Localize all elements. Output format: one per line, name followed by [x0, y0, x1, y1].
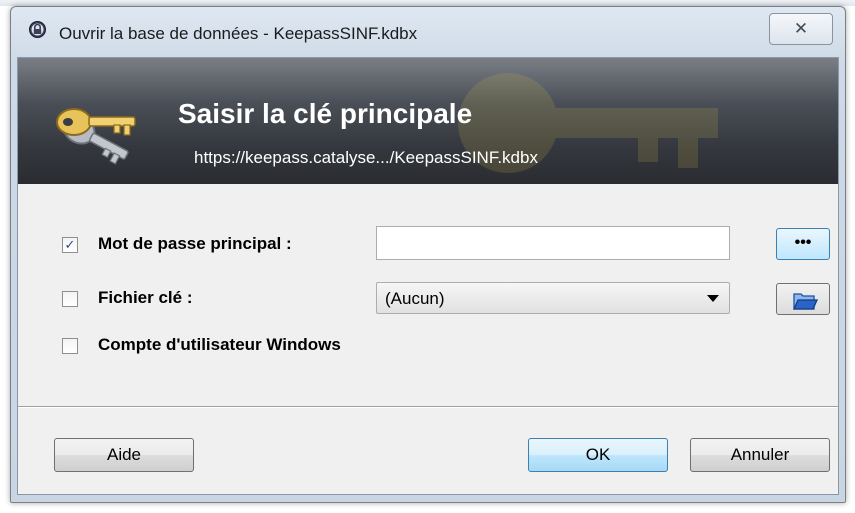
windows-account-label: Compte d'utilisateur Windows	[98, 335, 341, 354]
keys-icon	[56, 108, 136, 165]
keepass-lock-icon	[29, 21, 46, 38]
show-password-button[interactable]: •••	[776, 228, 830, 260]
close-button[interactable]: ✕	[769, 13, 833, 45]
banner-title: Saisir la clé principale	[178, 98, 473, 129]
open-folder-icon	[792, 293, 819, 310]
separator	[18, 406, 838, 408]
chevron-down-icon	[707, 295, 719, 302]
database-path: https://keepass.catalyse.../KeepassSINF.…	[194, 148, 538, 167]
checkmark-icon: ✓	[64, 237, 76, 252]
window-title: Ouvrir la base de données - KeepassSINF.…	[59, 24, 418, 43]
ok-button[interactable]: OK	[528, 438, 668, 472]
windows-account-checkbox[interactable]	[62, 338, 78, 354]
key-file-checkbox[interactable]	[62, 291, 78, 307]
close-icon: ✕	[793, 19, 809, 38]
title-bar: Ouvrir la base de données - KeepassSINF.…	[11, 7, 845, 45]
key-file-selected-value: (Aucun)	[385, 289, 445, 308]
browse-key-file-button[interactable]	[776, 283, 830, 315]
help-button[interactable]: Aide	[54, 438, 194, 472]
master-password-input[interactable]	[376, 226, 730, 260]
cancel-button[interactable]: Annuler	[690, 438, 830, 472]
dialog-body: Saisir la clé principale https://keepass…	[17, 57, 839, 495]
dots-icon: •••	[794, 234, 812, 251]
master-password-label: Mot de passe principal :	[98, 234, 292, 253]
header-banner: Saisir la clé principale https://keepass…	[18, 58, 838, 184]
dialog-window: Ouvrir la base de données - KeepassSINF.…	[10, 6, 846, 503]
key-file-select[interactable]: (Aucun)	[376, 282, 730, 314]
master-password-checkbox[interactable]: ✓	[62, 237, 78, 253]
key-file-label: Fichier clé :	[98, 288, 193, 307]
